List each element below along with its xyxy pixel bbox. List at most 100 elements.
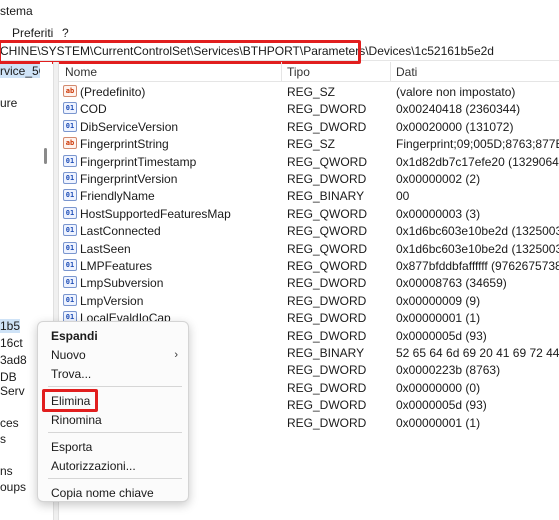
value-type: REG_DWORD: [287, 363, 367, 378]
submenu-arrow-icon: ›: [174, 349, 178, 361]
value-data: 0x0000223b (8763): [396, 363, 501, 378]
tree-item[interactable]: rvice_5C: [0, 64, 40, 78]
value-data: 0x00000002 (2): [396, 172, 481, 186]
value-type: REG_DWORD: [287, 380, 367, 395]
tree-item[interactable]: oups: [0, 480, 26, 494]
tree-item[interactable]: ure: [0, 96, 17, 110]
table-row[interactable]: ab (Predefinito) REG_SZ (valore non imposta…: [59, 83, 559, 100]
binary-value-icon: 01: [63, 206, 77, 219]
value-type: REG_QWORD: [287, 259, 368, 273]
context-menu: Espandi Nuovo › Trova... Elimina Rinomin…: [37, 321, 189, 502]
value-type: REG_QWORD: [287, 206, 368, 221]
column-data-header[interactable]: Dati: [396, 65, 417, 79]
tree-item[interactable]: Serv: [0, 384, 25, 398]
value-data: 0x0000005d (93): [396, 398, 487, 413]
value-type: REG_SZ: [287, 85, 336, 99]
tree-item[interactable]: DB: [0, 370, 17, 384]
value-name: COD: [80, 102, 107, 117]
value-data: 0x877bfddbfaffffff (976267573850: [396, 259, 559, 273]
address-bar[interactable]: CHINE\SYSTEM\CurrentControlSet\Services\…: [0, 42, 559, 61]
binary-value-icon: 01: [63, 259, 77, 271]
table-row[interactable]: 01 LMPFeatures REG_QWORD 0x877bfddbfaffffff…: [59, 257, 559, 274]
value-type: REG_DWORD: [287, 415, 367, 430]
menu-item-rinomina[interactable]: Rinomina: [51, 413, 102, 427]
table-row[interactable]: 01 COD REG_DWORD 0x00240418 (2360344): [59, 100, 559, 117]
title-bar: stema: [0, 0, 559, 22]
value-name: LastSeen: [80, 241, 131, 256]
value-type: REG_DWORD: [287, 293, 367, 308]
binary-value-icon: 01: [63, 154, 77, 167]
tree-item[interactable]: s: [0, 432, 6, 446]
binary-value-icon: 01: [63, 172, 77, 184]
value-data: 0x00000000 (0): [396, 380, 481, 395]
value-data: 0x00000003 (3): [396, 206, 481, 221]
menu-item-trova[interactable]: Trova...: [51, 367, 91, 381]
binary-value-icon: 01: [63, 189, 77, 202]
value-type: REG_DWORD: [287, 398, 367, 413]
tree-item-selected[interactable]: 1b5: [0, 319, 21, 333]
value-type: REG_BINARY: [287, 346, 365, 360]
value-type: REG_BINARY: [287, 189, 365, 204]
column-type-header[interactable]: Tipo: [287, 65, 310, 79]
table-row[interactable]: 01 DibServiceVersion REG_DWORD 0x00020000 (…: [59, 118, 559, 135]
value-name: LastConnected: [80, 224, 161, 239]
menu-item-esporta[interactable]: Esporta: [51, 440, 92, 454]
value-type: REG_QWORD: [287, 154, 368, 169]
tree-item[interactable]: 3ad8: [0, 353, 27, 367]
tree-item[interactable]: ces: [0, 416, 19, 430]
value-name: LmpSubversion: [80, 276, 164, 291]
menu-item-espandi[interactable]: Espandi: [51, 329, 98, 343]
menu-preferiti[interactable]: Preferiti: [12, 26, 53, 40]
table-row[interactable]: 01 LastConnected REG_QWORD 0x1d6bc603e10be2…: [59, 222, 559, 239]
column-name-header[interactable]: Nome: [65, 65, 97, 79]
value-name: LmpVersion: [80, 293, 144, 308]
value-data: 0x0000005d (93): [396, 328, 487, 343]
scrollbar-thumb[interactable]: [44, 148, 47, 164]
list-header: Nome Tipo Dati: [59, 62, 559, 82]
value-name: DibServiceVersion: [80, 119, 179, 134]
value-type: REG_QWORD: [287, 241, 368, 256]
value-type: REG_DWORD: [287, 276, 367, 291]
menu-separator: [48, 386, 182, 387]
column-divider[interactable]: [281, 62, 282, 82]
value-type: REG_DWORD: [287, 119, 367, 134]
value-type: REG_DWORD: [287, 172, 367, 186]
value-name: LMPFeatures: [80, 259, 153, 273]
value-type: REG_DWORD: [287, 311, 367, 326]
value-data: 0x00240418 (2360344): [396, 102, 521, 117]
value-data: 0x00000009 (9): [396, 293, 481, 308]
table-row[interactable]: 01 FingerprintTimestamp REG_QWORD 0x1d82db7…: [59, 153, 559, 170]
tree-item[interactable]: ns: [0, 464, 13, 478]
menu-separator: [48, 478, 182, 479]
value-name: FingerprintString: [80, 137, 169, 152]
tree-pane: rvice_5C ure 1b5 16ct 3ad8 DB Serv ces s…: [0, 62, 40, 520]
value-data: 0x1d82db7c17efe20 (13290645625: [396, 154, 559, 169]
table-row[interactable]: 01 LmpSubversion REG_DWORD 0x00008763 (3465…: [59, 274, 559, 291]
binary-value-icon: 01: [63, 102, 77, 115]
value-data: 0x00000001 (1): [396, 311, 481, 326]
address-path[interactable]: CHINE\SYSTEM\CurrentControlSet\Services\…: [0, 44, 494, 58]
window-title: stema: [0, 4, 33, 18]
value-data: 0x00000001 (1): [396, 415, 481, 430]
table-row[interactable]: ab FingerprintString REG_SZ Fingerprint;09;…: [59, 135, 559, 152]
menu-item-elimina[interactable]: Elimina: [51, 394, 90, 408]
value-type: REG_DWORD: [287, 328, 367, 343]
table-row[interactable]: 01 LmpVersion REG_DWORD 0x00000009 (9): [59, 292, 559, 309]
menu-item-copia-nome-chiave[interactable]: Copia nome chiave: [51, 486, 154, 500]
table-row[interactable]: 01 LastSeen REG_QWORD 0x1d6bc603e10be2d (13…: [59, 240, 559, 257]
table-row[interactable]: 01 FingerprintVersion REG_DWORD 0x00000002 …: [59, 170, 559, 187]
value-data: 0x1d6bc603e10be2d (1325003605: [396, 241, 559, 256]
menu-help[interactable]: ?: [62, 26, 69, 40]
string-value-icon: ab: [63, 85, 77, 97]
value-type: REG_QWORD: [287, 224, 368, 239]
table-row[interactable]: 01 FriendlyName REG_BINARY 00: [59, 187, 559, 204]
value-name: FingerprintVersion: [80, 172, 178, 186]
value-type: REG_DWORD: [287, 102, 367, 117]
menu-bar: Preferiti ?: [0, 24, 559, 42]
table-row[interactable]: 01 HostSupportedFeaturesMap REG_QWORD 0x000…: [59, 205, 559, 222]
value-name: (Predefinito): [80, 85, 146, 99]
menu-item-nuovo[interactable]: Nuovo: [51, 348, 86, 362]
column-divider[interactable]: [390, 62, 391, 82]
menu-item-autorizzazioni[interactable]: Autorizzazioni...: [51, 459, 136, 473]
tree-item[interactable]: 16ct: [0, 336, 23, 350]
